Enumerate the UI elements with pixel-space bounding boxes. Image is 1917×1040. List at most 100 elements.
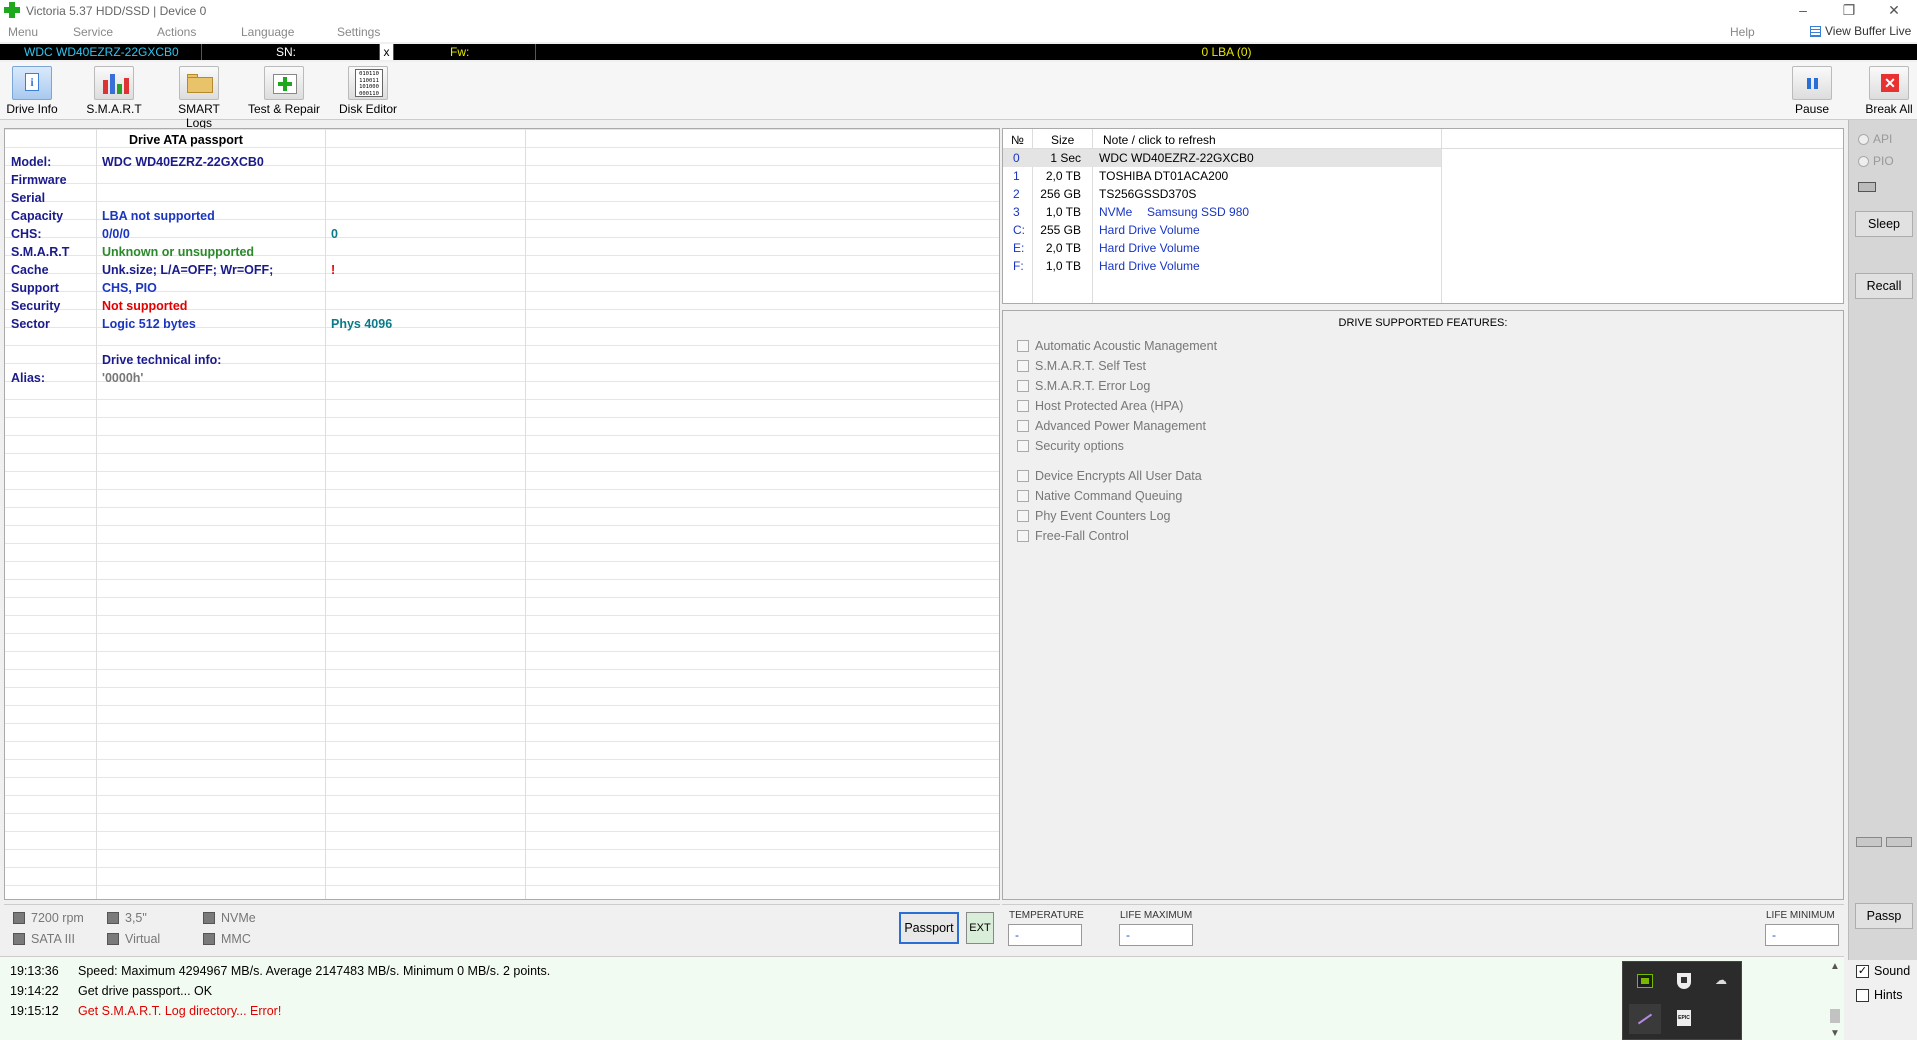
feature-checkbox[interactable]: Device Encrypts All User Data [1017, 467, 1202, 485]
checkbox-icon [1017, 490, 1029, 502]
drive-row[interactable]: 3 1,0 TB NVMe Samsung SSD 980 [1003, 203, 1843, 221]
folder-icon [179, 66, 219, 100]
restore-button[interactable]: ❐ [1826, 0, 1872, 22]
drive-size: 1 Sec [1050, 151, 1081, 165]
log-message: Speed: Maximum 4294967 MB/s. Average 214… [78, 964, 551, 978]
minimize-button[interactable]: – [1780, 0, 1826, 22]
passport-row-label: CHS: [11, 227, 42, 241]
drive-num: E: [1013, 241, 1025, 255]
log-entry: 19:13:36 Speed: Maximum 4294967 MB/s. Ave… [10, 961, 550, 981]
feature-checkbox[interactable]: S.M.A.R.T. Error Log [1017, 377, 1150, 395]
drive-size: 255 GB [1040, 223, 1081, 237]
menu-item-language[interactable]: Language [241, 25, 294, 39]
passp-button[interactable]: Passp [1855, 903, 1913, 929]
drive-row[interactable]: F: 1,0 TB Hard Drive Volume [1003, 257, 1843, 275]
menu-item-menu[interactable]: Menu [8, 25, 38, 39]
menu-item-settings[interactable]: Settings [337, 25, 380, 39]
scroll-thumb[interactable] [1830, 1009, 1840, 1023]
victoria-app-icon [4, 2, 20, 18]
pause-icon [1792, 66, 1832, 100]
hints-checkbox[interactable]: Hints [1856, 988, 1902, 1002]
drive-row[interactable]: 0 1 Sec WDC WD40EZRZ-22GXCB0 [1003, 149, 1843, 167]
feature-checkbox[interactable]: Advanced Power Management [1017, 417, 1206, 435]
indicator-strip: 7200 rpm 3,5" NVMe SATA III Virtual MMC … [4, 904, 1000, 952]
passport-row: Drive technical info: [5, 351, 999, 369]
window-title: Victoria 5.37 HDD/SSD | Device 0 [26, 4, 207, 18]
drive-size: 2,0 TB [1045, 241, 1081, 255]
log-message: Get drive passport... OK [78, 984, 213, 998]
api-radio[interactable]: API [1858, 132, 1892, 146]
scroll-up-icon[interactable]: ▲ [1828, 961, 1842, 972]
menu-item-help[interactable]: Help [1730, 25, 1755, 39]
log-scrollbar[interactable]: ▲ ▼ [1828, 961, 1842, 1039]
passport-row-value: Unknown or unsupported [102, 245, 255, 259]
nvidia-icon[interactable] [1637, 974, 1653, 988]
drives-header-size[interactable]: Size [1051, 133, 1074, 147]
ext-button[interactable]: EXT [966, 912, 994, 944]
log-panel: 19:13:36 Speed: Maximum 4294967 MB/s. Ave… [0, 956, 1844, 1040]
passport-row-value: CHS, PIO [102, 281, 157, 295]
view-buffer-live-label: View Buffer Live [1825, 24, 1912, 38]
passport-button[interactable]: Passport [899, 912, 959, 944]
passport-row: Capacity LBA not supported [5, 207, 999, 225]
view-buffer-live-toggle[interactable]: View Buffer Live [1810, 24, 1911, 38]
disk-editor-button[interactable]: 010110 110011 101000 000110 Disk Editor [336, 66, 400, 116]
feature-checkbox[interactable]: Security options [1017, 437, 1124, 455]
break-all-button[interactable]: ✕ Break All [1862, 66, 1916, 116]
close-button[interactable]: ✕ [1871, 0, 1917, 22]
passport-row-value: Drive technical info: [102, 353, 222, 367]
passport-row-label: Support [11, 281, 59, 295]
drive-row[interactable]: C: 255 GB Hard Drive Volume [1003, 221, 1843, 239]
pause-button[interactable]: Pause [1788, 66, 1836, 116]
small-button-right[interactable] [1886, 837, 1912, 847]
feature-checkbox[interactable]: Phy Event Counters Log [1017, 507, 1171, 525]
feature-checkbox[interactable]: S.M.A.R.T. Self Test [1017, 357, 1146, 375]
passport-row-label: Sector [11, 317, 50, 331]
sleep-button[interactable]: Sleep [1855, 211, 1913, 237]
small-button-left[interactable] [1856, 837, 1882, 847]
feature-checkbox[interactable]: Host Protected Area (HPA) [1017, 397, 1183, 415]
passport-row-extra: 0 [331, 227, 338, 241]
cloud-off-icon[interactable]: ☁ [1715, 974, 1733, 987]
drives-header-note[interactable]: Note / click to refresh [1103, 133, 1216, 147]
recall-button[interactable]: Recall [1855, 273, 1913, 299]
passport-row: Cache Unk.size; L/A=OFF; Wr=OFF;! [5, 261, 999, 279]
drive-info-button[interactable]: i Drive Info [6, 66, 58, 116]
checkbox-icon [1017, 380, 1029, 392]
hints-check-icon [1856, 988, 1869, 1002]
checkbox-icon [1017, 440, 1029, 452]
life-minimum-label: LIFE MINIMUM [1766, 910, 1835, 921]
side-panel [1848, 120, 1917, 960]
smart-logs-button[interactable]: SMART Logs [164, 66, 234, 130]
passport-row: CHS: 0/0/0 0 [5, 225, 999, 243]
mmc-indicator: MMC [203, 932, 251, 946]
infobar-x[interactable]: x [380, 44, 394, 60]
api-label: API [1873, 132, 1893, 146]
drive-row[interactable]: 2 256 GB TS256GSSD370S [1003, 185, 1843, 203]
features-panel: DRIVE SUPPORTED FEATURES: Automatic Acou… [1002, 310, 1844, 900]
passport-row-label: Cache [11, 263, 49, 277]
passport-row-value: Logic 512 bytes [102, 317, 196, 331]
sound-checkbox[interactable]: ✓ Sound [1856, 964, 1910, 978]
shield-icon[interactable] [1677, 973, 1691, 989]
drive-row[interactable]: 1 2,0 TB TOSHIBA DT01ACA200 [1003, 167, 1843, 185]
scroll-down-icon[interactable]: ▼ [1828, 1028, 1842, 1039]
menu-item-actions[interactable]: Actions [157, 25, 196, 39]
passport-row-label: Alias: [11, 371, 46, 385]
passport-row-value: '0000h' [102, 371, 144, 385]
drive-row[interactable]: E: 2,0 TB Hard Drive Volume [1003, 239, 1843, 257]
drive-name: Hard Drive Volume [1099, 259, 1200, 273]
feature-checkbox[interactable]: Native Command Queuing [1017, 487, 1182, 505]
pen-icon[interactable] [1629, 1004, 1661, 1034]
feature-checkbox[interactable]: Automatic Acoustic Management [1017, 337, 1217, 355]
pio-radio[interactable]: PIO [1858, 154, 1894, 168]
menu-item-service[interactable]: Service [73, 25, 113, 39]
first-aid-icon [264, 66, 304, 100]
test-repair-button[interactable]: Test & Repair [246, 66, 322, 116]
smart-button[interactable]: S.M.A.R.T [84, 66, 144, 116]
device-info-bar: WDC WD40EZRZ-22GXCB0 SN: x Fw: 0 LBA (0) [0, 44, 1917, 60]
feature-checkbox[interactable]: Free-Fall Control [1017, 527, 1129, 545]
drive-size: 256 GB [1040, 187, 1081, 201]
passport-row-value: WDC WD40EZRZ-22GXCB0 [102, 155, 264, 169]
epic-games-icon[interactable]: EPIC [1677, 1010, 1691, 1026]
